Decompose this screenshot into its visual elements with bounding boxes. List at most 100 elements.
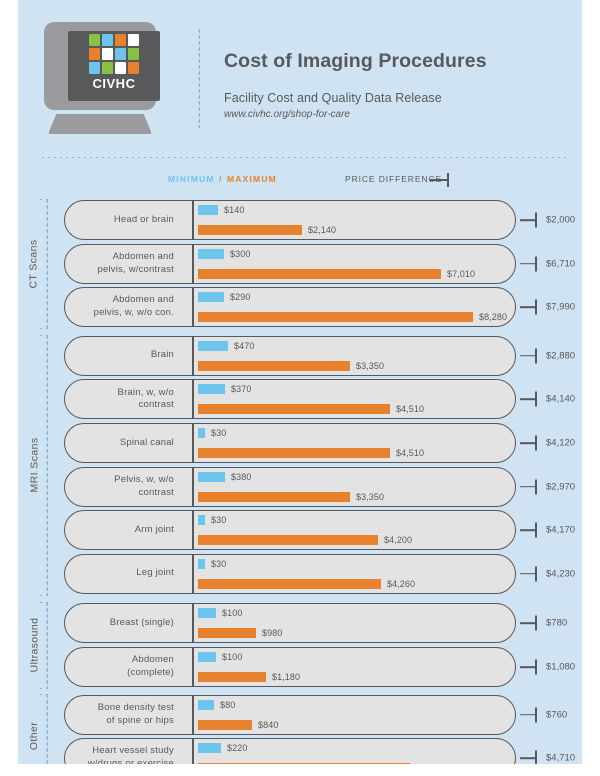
- table-row[interactable]: Bone density test of spine or hips $80 $840: [64, 694, 516, 735]
- bar-line-min: $380: [198, 471, 251, 482]
- legend-maximum-label: MAXIMUM: [227, 174, 277, 184]
- bracket-vertical: [535, 479, 537, 495]
- page-subtitle: Facility Cost and Quality Data Release: [224, 91, 442, 105]
- maximum-bar: [198, 535, 378, 546]
- table-row[interactable]: Head or brain $140 $2,140: [64, 200, 516, 240]
- minimum-value: $290: [230, 292, 251, 303]
- row-bars: $380 $3,350: [198, 467, 508, 507]
- bar-line-min: $300: [198, 248, 251, 259]
- row-label-line: Brain, w, w/o: [117, 386, 174, 398]
- minimum-bar: [198, 608, 216, 619]
- minimum-bar: [198, 340, 228, 351]
- bracket-horizontal: [520, 485, 536, 488]
- minimum-value: $100: [222, 608, 243, 619]
- row-procedure-label: Brain, w, w/o contrast: [72, 379, 182, 419]
- bar-line-max: $4,510: [198, 404, 424, 415]
- bar-line-max: $840: [198, 719, 278, 730]
- logo-tile-3: [128, 34, 139, 46]
- page-url[interactable]: www.civhc.org/shop-for-care: [224, 109, 350, 120]
- table-row[interactable]: Heart vessel study w/drugs or exercise $22…: [64, 738, 516, 764]
- logo-tile-5: [102, 48, 113, 60]
- bar-line-max: $2,140: [198, 225, 336, 235]
- minimum-value: $300: [230, 248, 251, 259]
- laptop-illustration: CIVHC: [30, 22, 170, 137]
- table-row[interactable]: Brain, w, w/o contrast $370 $4,510: [64, 379, 516, 420]
- row-divider: [192, 554, 194, 593]
- row-procedure-label: Abdomen and pelvis, w, w/o con.: [72, 287, 182, 327]
- row-bars: $100 $980: [198, 603, 508, 643]
- category-ct-scans: CT Scans: [18, 198, 64, 330]
- table-row[interactable]: Abdomen (complete) $100 $1,180: [64, 647, 516, 687]
- price-difference-value: $4,140: [546, 393, 576, 405]
- bar-line-min: $100: [198, 652, 242, 662]
- infographic-page: CIVHC Cost of Imaging Procedures Facilit…: [18, 0, 582, 764]
- table-row[interactable]: Abdomen and pelvis, w, w/o con. $290 $8,280: [64, 287, 516, 328]
- row-label-line: Brain: [150, 349, 174, 361]
- row-label-line: Pelvis, w, w/o: [114, 473, 174, 485]
- legend-price-difference-label: PRICE DIFFERENCE: [345, 174, 443, 184]
- minimum-bar: [198, 743, 221, 754]
- maximum-bar: [198, 225, 302, 235]
- category-ultrasound: Ultrasound: [18, 601, 64, 689]
- price-difference: $4,230: [520, 554, 582, 594]
- bar-line-min: $140: [198, 205, 244, 215]
- row-bars: $80 $840: [198, 695, 508, 735]
- maximum-bar: [198, 719, 252, 730]
- bracket-vertical: [535, 391, 537, 407]
- row-label-line: Abdomen: [131, 654, 174, 666]
- table-row[interactable]: Breast (single) $100 $980: [64, 603, 516, 644]
- category-label: Ultrasound: [28, 617, 40, 673]
- price-difference: $1,080: [520, 647, 582, 687]
- row-procedure-label: Arm joint: [72, 510, 182, 550]
- bar-line-max: $4,930: [198, 763, 444, 764]
- price-difference: $2,880: [520, 336, 582, 376]
- table-row[interactable]: Spinal canal $30 $4,510: [64, 423, 516, 463]
- bracket-vertical: [535, 659, 537, 675]
- minimum-bar: [198, 292, 224, 303]
- table-row[interactable]: Pelvis, w, w/o contrast $380 $3,350: [64, 466, 516, 507]
- minimum-value: $100: [222, 652, 243, 662]
- row-divider: [192, 467, 194, 506]
- row-procedure-label: Breast (single): [72, 603, 182, 643]
- bracket-horizontal: [520, 219, 536, 221]
- minimum-bar: [198, 428, 205, 438]
- legend-separator: /: [219, 174, 223, 184]
- row-procedure-label: Head or brain: [72, 200, 182, 240]
- bracket-vertical: [535, 522, 537, 538]
- price-difference: $2,970: [520, 467, 582, 507]
- row-label-line: Spinal canal: [119, 436, 174, 448]
- logo-tile-11: [128, 62, 139, 74]
- maximum-value: $1,180: [272, 672, 301, 682]
- table-row[interactable]: Abdomen and pelvis, w/contrast $300 $7,010: [64, 243, 516, 284]
- row-bars: $290 $8,280: [198, 287, 508, 327]
- maximum-value: $7,010: [447, 268, 476, 279]
- minimum-bar: [198, 515, 205, 526]
- table-row[interactable]: Brain $470 $3,350: [64, 335, 516, 376]
- minimum-value: $470: [234, 340, 255, 351]
- logo-tile-4: [89, 48, 100, 60]
- bracket-vertical: [535, 299, 537, 315]
- price-difference-value: $7,990: [546, 301, 576, 313]
- bracket-vertical: [535, 750, 537, 764]
- maximum-value: $8,280: [479, 312, 508, 323]
- row-bars: $140 $2,140: [198, 200, 508, 240]
- row-bars: $30 $4,260: [198, 554, 508, 594]
- bracket-horizontal: [520, 355, 536, 357]
- minimum-bar: [198, 205, 218, 215]
- price-difference: $4,170: [520, 510, 582, 550]
- table-row[interactable]: Arm joint $30 $4,200: [64, 510, 516, 551]
- laptop-body: CIVHC: [44, 22, 160, 110]
- maximum-value: $3,350: [356, 360, 385, 371]
- minimum-bar: [198, 652, 216, 662]
- row-divider: [192, 648, 194, 686]
- row-bars: $300 $7,010: [198, 244, 508, 284]
- maximum-value: $3,350: [356, 491, 385, 502]
- table-row[interactable]: Leg joint $30 $4,260: [64, 553, 516, 594]
- minimum-bar: [198, 248, 224, 259]
- maximum-bar: [198, 404, 390, 415]
- bar-line-min: $30: [198, 428, 226, 438]
- row-procedure-label: Abdomen and pelvis, w/contrast: [72, 244, 182, 284]
- maximum-value: $4,260: [387, 578, 416, 589]
- row-divider: [192, 604, 194, 643]
- page-title: Cost of Imaging Procedures: [224, 50, 487, 72]
